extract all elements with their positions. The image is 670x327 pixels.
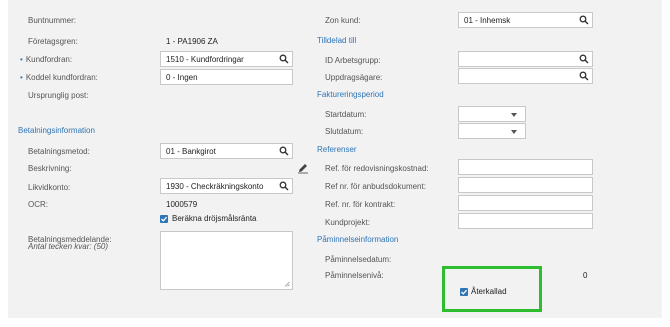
- ocr-value: 1000579: [166, 200, 198, 209]
- ref-anbudsdokument-field[interactable]: [458, 177, 593, 193]
- ursprunglig-post-label: Ursprunglig post:: [28, 91, 89, 100]
- kundfordran-value: 1510 - Kundfordringar: [166, 55, 244, 64]
- uppdragsagare-label: Uppdragsägare:: [325, 73, 383, 82]
- kundfordran-label: • Kundfordran:: [20, 55, 72, 65]
- checkmark-icon: [161, 216, 168, 222]
- chevron-down-icon[interactable]: [511, 113, 517, 117]
- highlight-box: [442, 266, 542, 312]
- zon-kund-label: Zon kund:: [325, 16, 361, 25]
- ref-kontrakt-field[interactable]: [458, 195, 593, 211]
- search-icon[interactable]: [279, 146, 289, 156]
- startdatum-label: Startdatum:: [325, 110, 367, 119]
- kundfordran-label-text: Kundfordran:: [25, 55, 73, 64]
- id-arbetsgrupp-field[interactable]: [458, 51, 593, 67]
- paminnelsedatum-label: Påminnelsedatum:: [325, 255, 392, 264]
- berakna-label: Beräkna dröjsmålsränta: [172, 214, 257, 223]
- referenser-heading: Referenser: [317, 145, 357, 154]
- chevron-down-icon[interactable]: [511, 130, 517, 134]
- likvidkonto-field[interactable]: 1930 - Checkräkningskonto: [160, 178, 293, 194]
- buntnummer-label: Buntnummer:: [28, 16, 77, 25]
- required-marker: •: [20, 55, 23, 64]
- betalningsinformation-heading: Betalningsinformation: [18, 126, 95, 135]
- search-icon[interactable]: [579, 54, 589, 64]
- ocr-label: OCR:: [28, 200, 48, 209]
- paminnelseinformation-heading: Påminnelseinformation: [317, 235, 399, 244]
- startdatum-field[interactable]: [458, 106, 526, 122]
- search-icon[interactable]: [579, 15, 589, 25]
- likvidkonto-value: 1930 - Checkräkningskonto: [166, 182, 264, 191]
- kundprojekt-field[interactable]: [458, 213, 593, 229]
- slutdatum-label: Slutdatum:: [325, 127, 364, 136]
- slutdatum-field[interactable]: [458, 123, 526, 139]
- kundprojekt-label: Kundprojekt:: [325, 218, 370, 227]
- betalningsmeddelande-textarea[interactable]: [160, 231, 293, 290]
- antal-tecken-label: Antal tecken kvar: (50): [28, 242, 109, 251]
- zon-kund-value: 01 - Inhemsk: [464, 16, 511, 25]
- resize-grip-icon[interactable]: [284, 281, 290, 287]
- berakna-checkbox[interactable]: [160, 215, 168, 223]
- id-arbetsgrupp-label: ID Arbetsgrupp:: [325, 56, 381, 65]
- koddel-label-text: Koddel kundfordran:: [25, 73, 98, 82]
- zon-kund-field[interactable]: 01 - Inhemsk: [458, 12, 593, 28]
- pencil-icon[interactable]: [297, 162, 309, 174]
- foretagsgren-label: Företagsgren:: [28, 37, 78, 46]
- beskrivning-label: Beskrivning:: [28, 164, 72, 173]
- koddel-value: 0 - Ingen: [166, 73, 198, 82]
- koddel-label: • Koddel kundfordran:: [20, 73, 98, 83]
- koddel-field[interactable]: 0 - Ingen: [160, 69, 293, 85]
- search-icon[interactable]: [279, 54, 289, 64]
- faktureringsperiod-heading: Faktureringsperiod: [317, 90, 384, 99]
- foretagsgren-value: 1 - PA1906 ZA: [166, 37, 218, 46]
- paminnelseniva-label: Påminnelsenivå:: [325, 271, 384, 280]
- betalningsmetod-label: Betalningsmetod:: [28, 147, 90, 156]
- likvidkonto-label: Likvidkonto:: [28, 183, 71, 192]
- kundfordran-field[interactable]: 1510 - Kundfordringar: [160, 51, 293, 67]
- required-marker: •: [20, 73, 23, 82]
- paminnelseniva-value: 0: [583, 271, 588, 280]
- betalningsmetod-value: 01 - Bankgirot: [166, 147, 216, 156]
- search-icon[interactable]: [579, 71, 589, 81]
- ref-redovisningskostnad-label: Ref. för redovisningskostnad:: [325, 164, 429, 173]
- ref-redovisningskostnad-field[interactable]: [458, 159, 593, 175]
- uppdragsagare-field[interactable]: [458, 68, 593, 84]
- ref-kontrakt-label: Ref. nr. för kontrakt:: [325, 200, 396, 209]
- ref-anbudsdokument-label: Ref nr. för anbudsdokument:: [325, 182, 426, 191]
- tilldelad-till-heading: Tilldelad till: [317, 36, 357, 45]
- search-icon[interactable]: [279, 181, 289, 191]
- betalningsmetod-field[interactable]: 01 - Bankgirot: [160, 143, 293, 159]
